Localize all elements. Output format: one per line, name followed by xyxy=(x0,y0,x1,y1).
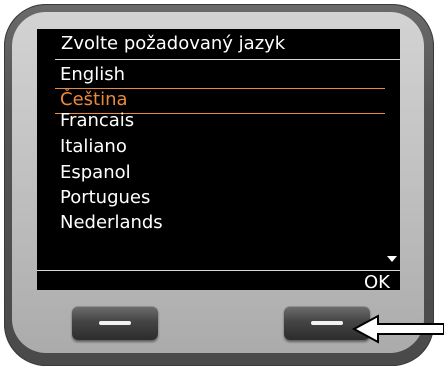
phone-device: Zvolte požadovaný jazyk English Čeština … xyxy=(0,0,444,371)
language-item-portugues[interactable]: Portugues xyxy=(60,187,150,211)
language-item-italiano[interactable]: Italiano xyxy=(60,136,127,160)
left-softkey-button[interactable] xyxy=(72,306,158,340)
ok-softkey-label: OK xyxy=(364,272,390,293)
screen-title: Zvolte požadovaný jazyk xyxy=(61,33,286,54)
dash-icon xyxy=(99,321,131,325)
dash-icon xyxy=(311,321,343,325)
scroll-down-arrow-icon xyxy=(387,256,397,262)
language-item-english[interactable]: English xyxy=(60,64,125,88)
title-divider xyxy=(55,59,400,60)
pointer-arrow-icon xyxy=(352,314,444,344)
language-item-espanol[interactable]: Espanol xyxy=(60,162,131,186)
display-screen: Zvolte požadovaný jazyk English Čeština … xyxy=(37,29,400,293)
language-item-francais[interactable]: Francais xyxy=(60,110,134,134)
softkey-divider xyxy=(37,270,400,271)
language-item-nederlands[interactable]: Nederlands xyxy=(60,212,163,236)
